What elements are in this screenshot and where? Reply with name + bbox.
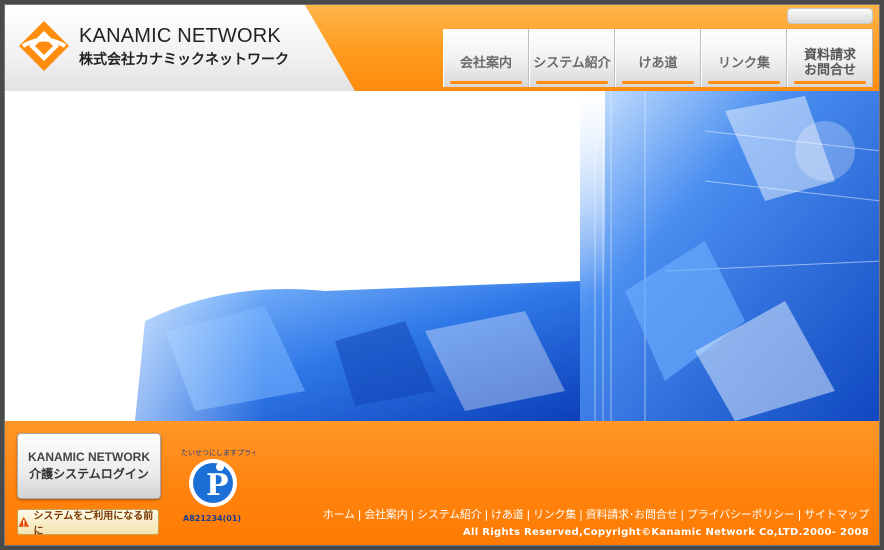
main-nav: 会社案内 システム紹介 けあ道 リンク集 資料請求 お問合せ [443, 29, 873, 87]
pmark-text: たいせつにしますプライバシー [181, 449, 255, 457]
top-utility-button[interactable] [787, 8, 873, 24]
footer-link-contact[interactable]: 資料請求･お問合せ [586, 508, 678, 521]
site-footer: KANAMIC NETWORK 介護システムログイン システムをご利用になる前に… [5, 421, 879, 545]
kanamic-logo-icon [19, 21, 69, 71]
copyright-text: All Rights Reserved,Copyright©Kanamic Ne… [463, 527, 869, 538]
pmark-code: A821234(01) [183, 514, 241, 523]
hero-business-photo [5, 91, 879, 421]
footer-link-home[interactable]: ホーム [323, 508, 355, 521]
care-system-login-button[interactable]: KANAMIC NETWORK 介護システムログイン [17, 433, 161, 499]
before-use-notice-button[interactable]: システムをご利用になる前に [17, 509, 159, 537]
notice-label: システムをご利用になる前に [33, 511, 154, 537]
nav-system[interactable]: システム紹介 [529, 29, 615, 87]
footer-link-links[interactable]: リンク集 [533, 508, 576, 521]
hero-image [5, 91, 879, 421]
warning-icon [18, 516, 30, 527]
privacy-mark-icon[interactable]: P A821234(01) たいせつにしますプライバシー [175, 443, 255, 525]
footer-link-keamichi[interactable]: けあ道 [491, 508, 524, 521]
nav-contact-line2: お問合せ [803, 63, 856, 78]
page-frame: KANAMIC NETWORK 株式会社カナミックネットワーク 会社案内 システ… [4, 4, 880, 546]
footer-link-sitemap[interactable]: サイトマップ [804, 508, 869, 521]
footer-links: ホーム | 会社案内 | システム紹介 | けあ道 | リンク集 | 資料請求･お問合せ | プライバシ… [322, 508, 869, 521]
nav-contact[interactable]: 資料請求 お問合せ [787, 29, 873, 87]
site-header: KANAMIC NETWORK 株式会社カナミックネットワーク 会社案内 システ… [5, 5, 879, 91]
login-label-en: KANAMIC NETWORK [28, 450, 150, 464]
footer-link-company[interactable]: 会社案内 [364, 508, 407, 521]
logo-text-jp: 株式会社カナミックネットワーク [79, 52, 289, 68]
nav-contact-line1: 資料請求 [803, 48, 856, 63]
login-label-jp: 介護システムログイン [29, 467, 149, 481]
footer-link-privacy[interactable]: プライバシーポリシー [687, 508, 795, 521]
logo-link[interactable]: KANAMIC NETWORK 株式会社カナミックネットワーク [5, 5, 355, 91]
logo-text-en: KANAMIC NETWORK [79, 25, 281, 47]
nav-links[interactable]: リンク集 [701, 29, 787, 87]
footer-link-system[interactable]: システム紹介 [417, 508, 482, 521]
nav-keamichi[interactable]: けあ道 [615, 29, 701, 87]
svg-text:P: P [206, 468, 229, 503]
nav-company[interactable]: 会社案内 [443, 29, 529, 87]
